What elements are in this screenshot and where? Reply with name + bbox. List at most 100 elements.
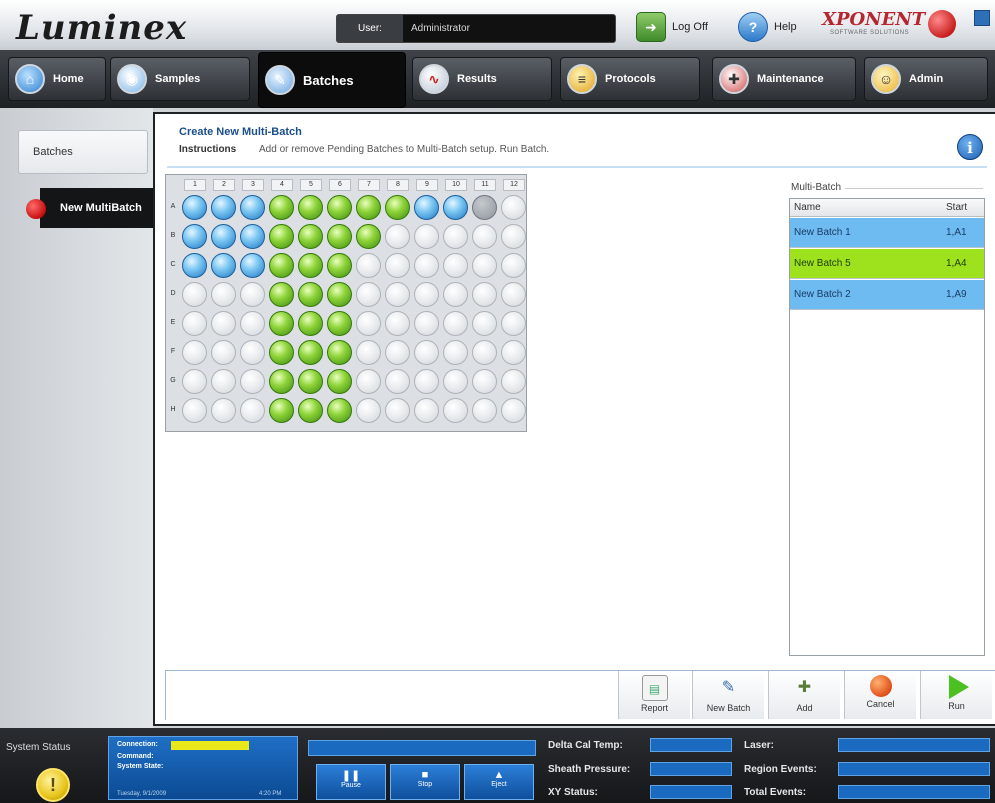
- report-button[interactable]: ▤ Report: [618, 671, 690, 719]
- plate-well[interactable]: [501, 195, 526, 220]
- plate-well[interactable]: [356, 398, 381, 423]
- plate-well[interactable]: [414, 224, 439, 249]
- plate-row-label[interactable]: C: [168, 261, 178, 268]
- plate-well[interactable]: [211, 398, 236, 423]
- plate-well[interactable]: [443, 195, 468, 220]
- plate-column-label[interactable]: 3: [242, 179, 264, 191]
- plate-well[interactable]: [211, 311, 236, 336]
- plate-well[interactable]: [269, 311, 294, 336]
- plate-well[interactable]: [414, 253, 439, 278]
- plate-well[interactable]: [327, 340, 352, 365]
- plate-well[interactable]: [240, 282, 265, 307]
- tab-admin[interactable]: ☺ Admin: [864, 57, 988, 101]
- plate-well[interactable]: [385, 282, 410, 307]
- plate-well[interactable]: [472, 282, 497, 307]
- plate-column-label[interactable]: 1: [184, 179, 206, 191]
- plate-well[interactable]: [414, 340, 439, 365]
- plate-well[interactable]: [182, 311, 207, 336]
- plate-row-label[interactable]: B: [168, 232, 178, 239]
- pause-button[interactable]: ❚❚ Pause: [316, 764, 386, 800]
- plate-well[interactable]: [414, 311, 439, 336]
- plate-well[interactable]: [182, 224, 207, 249]
- column-header-name[interactable]: Name: [794, 202, 821, 213]
- plate-column-label[interactable]: 2: [213, 179, 235, 191]
- plate-well[interactable]: [501, 224, 526, 249]
- plate-well[interactable]: [443, 369, 468, 394]
- plate-well[interactable]: [385, 311, 410, 336]
- new-batch-button[interactable]: ✎ New Batch: [692, 671, 764, 719]
- plate-well[interactable]: [240, 195, 265, 220]
- sidebar-item-new-multibatch[interactable]: New MultiBatch: [40, 188, 153, 228]
- plate-well[interactable]: [443, 340, 468, 365]
- plate-well[interactable]: [240, 311, 265, 336]
- plate-well[interactable]: [298, 311, 323, 336]
- tab-batches[interactable]: ✎ Batches: [258, 52, 406, 108]
- plate-well[interactable]: [385, 195, 410, 220]
- plate-well[interactable]: [385, 340, 410, 365]
- plate-row-label[interactable]: G: [168, 377, 178, 384]
- plate-row-label[interactable]: F: [168, 348, 178, 355]
- plate-well[interactable]: [356, 253, 381, 278]
- plate-column-label[interactable]: 4: [271, 179, 293, 191]
- plate-well[interactable]: [298, 282, 323, 307]
- plate-well[interactable]: [182, 340, 207, 365]
- plate-well[interactable]: [356, 311, 381, 336]
- logoff-button[interactable]: ➜ Log Off: [636, 12, 708, 42]
- tab-maintenance[interactable]: ✚ Maintenance: [712, 57, 856, 101]
- plate-well[interactable]: [182, 369, 207, 394]
- plate-well[interactable]: [182, 282, 207, 307]
- plate-well[interactable]: [327, 398, 352, 423]
- plate-well[interactable]: [211, 224, 236, 249]
- plate-well[interactable]: [240, 224, 265, 249]
- plate-well[interactable]: [269, 195, 294, 220]
- plate-well[interactable]: [443, 253, 468, 278]
- plate-well[interactable]: [327, 282, 352, 307]
- stop-button[interactable]: ■ Stop: [390, 764, 460, 800]
- tab-protocols[interactable]: ≡ Protocols: [560, 57, 700, 101]
- plate-column-label[interactable]: 12: [503, 179, 525, 191]
- eject-button[interactable]: ▲ Eject: [464, 764, 534, 800]
- plate-well[interactable]: [414, 195, 439, 220]
- plate-well[interactable]: [501, 253, 526, 278]
- plate-well[interactable]: [240, 253, 265, 278]
- plate-well[interactable]: [182, 253, 207, 278]
- plate-well[interactable]: [385, 224, 410, 249]
- plate-well[interactable]: [356, 340, 381, 365]
- plate-well[interactable]: [211, 340, 236, 365]
- column-header-start[interactable]: Start: [946, 202, 967, 213]
- plate-well[interactable]: [472, 195, 497, 220]
- plate-row-label[interactable]: E: [168, 319, 178, 326]
- plate-well[interactable]: [327, 195, 352, 220]
- plate-well[interactable]: [269, 253, 294, 278]
- plate-well[interactable]: [182, 398, 207, 423]
- multibatch-row[interactable]: New Batch 5 1,A4: [790, 249, 984, 279]
- plate-well[interactable]: [211, 253, 236, 278]
- plate-column-label[interactable]: 5: [300, 179, 322, 191]
- plate-well[interactable]: [298, 253, 323, 278]
- info-icon[interactable]: i: [957, 134, 983, 160]
- plate-well[interactable]: [472, 224, 497, 249]
- plate-well[interactable]: [385, 398, 410, 423]
- plate-well[interactable]: [443, 311, 468, 336]
- plate-well[interactable]: [501, 398, 526, 423]
- plate-well[interactable]: [443, 398, 468, 423]
- plate-well[interactable]: [240, 398, 265, 423]
- plate-well[interactable]: [211, 282, 236, 307]
- warning-icon[interactable]: !: [36, 768, 70, 802]
- plate-well[interactable]: [182, 195, 207, 220]
- window-menu-button[interactable]: [974, 10, 990, 26]
- plate-well[interactable]: [501, 282, 526, 307]
- plate-well[interactable]: [501, 311, 526, 336]
- plate-column-label[interactable]: 7: [358, 179, 380, 191]
- plate-well[interactable]: [414, 398, 439, 423]
- plate-column-label[interactable]: 9: [416, 179, 438, 191]
- help-button[interactable]: ? Help: [738, 12, 797, 42]
- plate-well[interactable]: [472, 369, 497, 394]
- plate-well[interactable]: [472, 398, 497, 423]
- plate-well[interactable]: [298, 369, 323, 394]
- plate-well[interactable]: [211, 369, 236, 394]
- plate-well[interactable]: [472, 340, 497, 365]
- plate-well[interactable]: [327, 369, 352, 394]
- sidebar-item-batches[interactable]: Batches: [18, 130, 148, 174]
- multibatch-row[interactable]: New Batch 1 1,A1: [790, 218, 984, 248]
